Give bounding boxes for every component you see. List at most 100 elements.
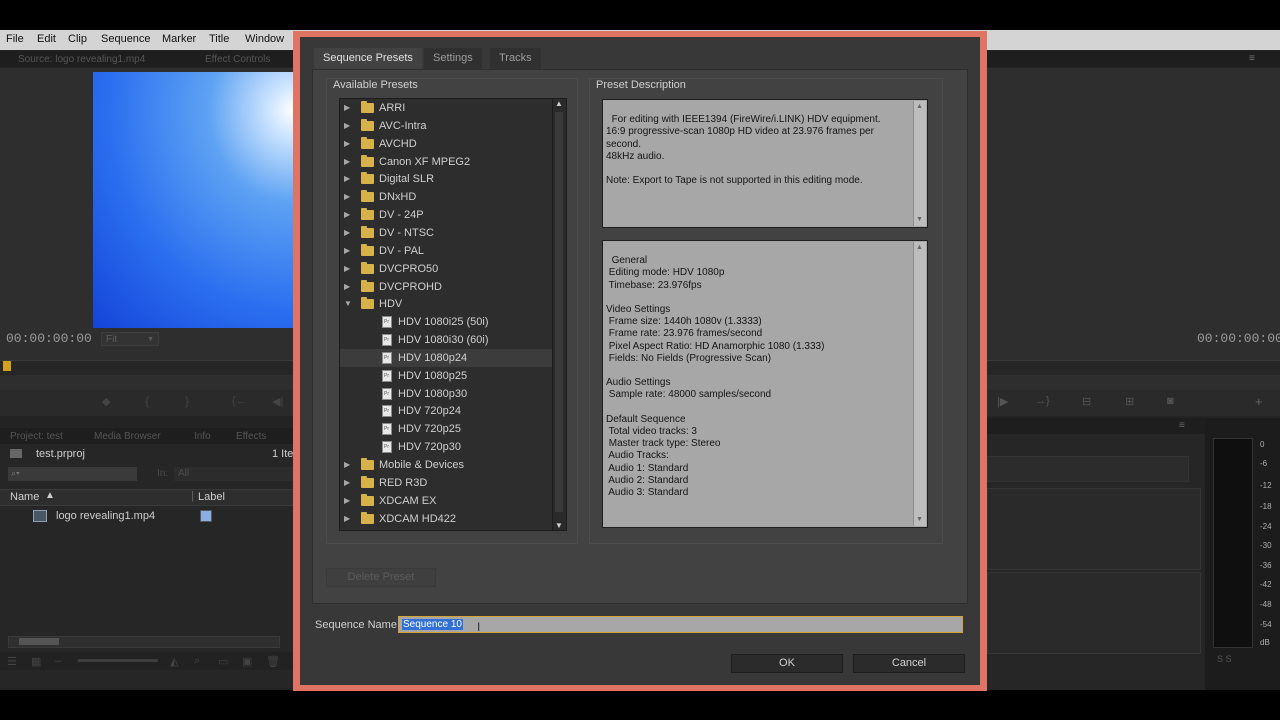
project-horizontal-scrollbar[interactable] [8, 636, 280, 648]
scroll-down-icon[interactable]: ▼ [555, 521, 563, 530]
tab-info[interactable]: Info [194, 431, 211, 442]
cancel-button[interactable]: Cancel [853, 654, 965, 673]
tab-media-browser[interactable]: Media Browser [94, 431, 161, 442]
preset-folder[interactable]: ▶ DNxHD [340, 188, 553, 206]
disclosure-collapsed-icon[interactable]: ▶ [344, 242, 352, 260]
scroll-down-icon[interactable]: ▼ [916, 514, 923, 526]
delete-preset-button[interactable]: Delete Preset [326, 568, 436, 587]
new-bin-icon[interactable]: ▭ [218, 655, 228, 668]
disclosure-collapsed-icon[interactable]: ▶ [344, 224, 352, 242]
preset-folder[interactable]: ▶ DV - 24P [340, 206, 553, 224]
preset-folder[interactable]: ▶ Digital SLR [340, 170, 553, 188]
preset-folder[interactable]: ▶ DVCPROHD [340, 278, 553, 296]
automate-icon[interactable]: ◭ [170, 655, 178, 668]
list-item[interactable]: logo revealing1.mp4 [0, 507, 295, 527]
zoom-out-icon[interactable]: – [55, 655, 61, 667]
disclosure-collapsed-icon[interactable]: ▶ [344, 206, 352, 224]
scroll-up-icon[interactable]: ▲ [916, 101, 923, 113]
sequence-name-input[interactable]: Sequence 10 [398, 616, 963, 633]
tab-project[interactable]: Project: test [10, 431, 63, 442]
preset-folder[interactable]: ▶ RED R3D [340, 474, 553, 492]
details-scrollbar[interactable]: ▲ ▼ [913, 242, 926, 526]
solo-icon[interactable]: S S [1217, 654, 1232, 664]
add-button-icon[interactable]: + [1255, 394, 1263, 409]
icon-view-icon[interactable]: ▦ [31, 655, 41, 668]
disclosure-collapsed-icon[interactable]: ▶ [344, 278, 352, 296]
project-search-input[interactable]: ⌕▾ [8, 467, 137, 481]
preset-item[interactable]: HDV 720p30 [340, 438, 553, 456]
disclosure-collapsed-icon[interactable]: ▶ [344, 456, 352, 474]
preset-item[interactable]: HDV 1080p24 [340, 348, 553, 367]
fit-dropdown[interactable]: Fit ▼ [101, 332, 159, 346]
scroll-up-icon[interactable]: ▲ [555, 99, 563, 108]
disclosure-collapsed-icon[interactable]: ▶ [344, 260, 352, 278]
zoom-slider[interactable] [78, 659, 158, 662]
menu-file[interactable]: File [6, 33, 24, 45]
menu-marker[interactable]: Marker [162, 33, 196, 45]
playhead-icon[interactable] [3, 361, 11, 371]
disclosure-collapsed-icon[interactable]: ▶ [344, 170, 352, 188]
in-dropdown[interactable]: All [174, 467, 294, 481]
column-label[interactable]: Label [198, 491, 225, 503]
preset-folder[interactable]: ▼ HDV [340, 295, 553, 313]
lift-icon[interactable]: ⊟ [1082, 395, 1091, 408]
preset-item[interactable]: HDV 1080p25 [340, 367, 553, 385]
label-color-swatch[interactable] [200, 510, 212, 522]
ok-button[interactable]: OK [731, 654, 843, 673]
menu-edit[interactable]: Edit [37, 33, 56, 45]
tab-source[interactable]: Source: logo revealing1.mp4 [18, 54, 145, 65]
tab-settings[interactable]: Settings [424, 48, 482, 69]
extract-icon[interactable]: ⊞ [1125, 395, 1134, 408]
preset-folder[interactable]: ▶ Canon XF MPEG2 [340, 153, 553, 171]
preset-folder[interactable]: ▶ DV - NTSC [340, 224, 553, 242]
step-forward-icon[interactable]: |▶ [997, 395, 1008, 408]
disclosure-collapsed-icon[interactable]: ▶ [344, 99, 352, 117]
menu-title[interactable]: Title [209, 33, 229, 45]
go-to-in-icon[interactable]: {← [232, 395, 247, 407]
tab-tracks[interactable]: Tracks [490, 48, 541, 69]
preset-item[interactable]: HDV 1080p30 [340, 385, 553, 403]
new-item-icon[interactable]: ▣ [242, 655, 252, 668]
preset-folder[interactable]: ▶ XDCAM EX [340, 492, 553, 510]
step-back-icon[interactable]: ◀| [272, 395, 283, 408]
preset-folder[interactable]: ▶ XDCAM HD422 [340, 510, 553, 528]
marker-icon[interactable]: ◆ [102, 395, 110, 408]
disclosure-collapsed-icon[interactable]: ▶ [344, 117, 352, 135]
preset-item[interactable]: HDV 720p25 [340, 420, 553, 438]
disclosure-collapsed-icon[interactable]: ▶ [344, 510, 352, 528]
disclosure-collapsed-icon[interactable]: ▶ [344, 153, 352, 171]
panel-menu-icon[interactable]: ≡ [1249, 53, 1255, 64]
preset-folder[interactable]: ▶ AVC-Intra [340, 117, 553, 135]
list-view-icon[interactable]: ☰ [7, 655, 17, 668]
scroll-down-icon[interactable]: ▼ [916, 214, 923, 226]
mark-in-icon[interactable]: { [145, 394, 149, 408]
find-icon[interactable]: ⌕ [194, 655, 200, 668]
preset-folder[interactable]: ▶ AVCHD [340, 135, 553, 153]
preset-item[interactable]: HDV 1080i25 (50i) [340, 313, 553, 331]
mark-out-icon[interactable]: } [185, 394, 189, 408]
timeline-menu-icon[interactable]: ≡ [1179, 420, 1185, 431]
tab-effect-controls[interactable]: Effect Controls [205, 54, 270, 65]
preset-folder[interactable]: ▶ Mobile & Devices [340, 456, 553, 474]
trash-icon[interactable]: 🗑 [266, 655, 280, 668]
preset-folder[interactable]: ▶ DV - PAL [340, 242, 553, 260]
disclosure-collapsed-icon[interactable]: ▶ [344, 188, 352, 206]
go-to-out-icon[interactable]: →} [1035, 395, 1050, 407]
preset-item[interactable]: HDV 1080i30 (60i) [340, 331, 553, 349]
scroll-up-icon[interactable]: ▲ [916, 242, 923, 254]
preset-description-text[interactable]: For editing with IEEE1394 (FireWire/i.LI… [602, 99, 928, 228]
preset-folder[interactable]: ▶ ARRI [340, 99, 553, 117]
presets-tree-scrollbar[interactable]: ▲ ▼ [552, 98, 567, 531]
preset-folder[interactable]: ▶ DVCPRO50 [340, 260, 553, 278]
tab-effects[interactable]: Effects [236, 431, 266, 442]
scroll-thumb[interactable] [555, 112, 563, 512]
disclosure-collapsed-icon[interactable]: ▶ [344, 492, 352, 510]
menu-window[interactable]: Window [245, 33, 284, 45]
column-name[interactable]: Name [10, 491, 39, 503]
disclosure-collapsed-icon[interactable]: ▶ [344, 135, 352, 153]
disclosure-collapsed-icon[interactable]: ▶ [344, 474, 352, 492]
program-time-ruler[interactable] [985, 360, 1280, 375]
source-time-ruler[interactable] [0, 360, 295, 375]
menu-sequence[interactable]: Sequence [101, 33, 151, 45]
export-frame-icon[interactable]: ◙ [1167, 395, 1174, 407]
